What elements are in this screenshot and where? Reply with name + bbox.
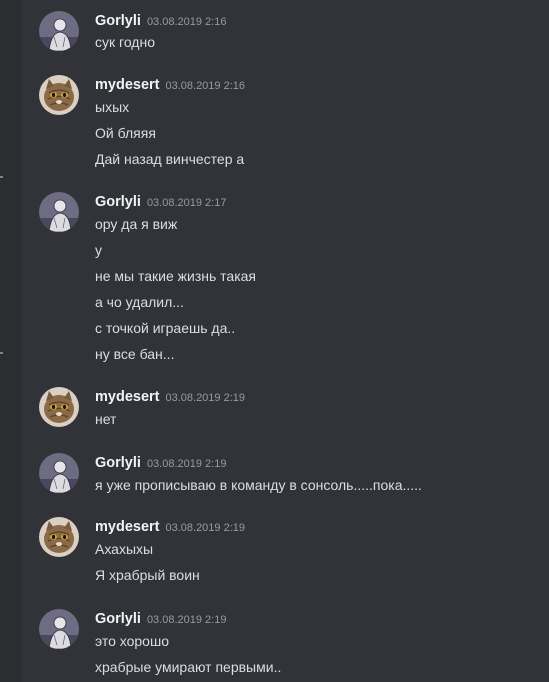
message-text: Ой бляяя: [95, 125, 156, 141]
message-text: Дай назад винчестер а: [95, 151, 245, 167]
timestamp[interactable]: 03.08.2019 2:16: [165, 80, 245, 92]
timestamp[interactable]: 03.08.2019 2:16: [147, 16, 227, 28]
username[interactable]: mydesert: [95, 519, 159, 535]
username[interactable]: Gorlyli: [95, 455, 141, 471]
timestamp[interactable]: 03.08.2019 2:19: [147, 614, 227, 626]
message-text: ору да я виж: [95, 216, 178, 232]
message-header: Gorlyli 03.08.2019 2:19: [95, 609, 226, 629]
message-text: ыхых: [95, 99, 130, 115]
timestamp[interactable]: 03.08.2019 2:19: [147, 458, 227, 470]
message-text: ну все бан...: [95, 346, 175, 362]
message-text: сук годно: [95, 34, 155, 50]
timestamp[interactable]: 03.08.2019 2:17: [147, 197, 227, 209]
timestamp[interactable]: 03.08.2019 2:19: [165, 522, 245, 534]
scroll-marker: [0, 176, 3, 178]
username[interactable]: mydesert: [95, 77, 159, 93]
message-text: с точкой играешь да..: [95, 320, 236, 336]
message-text: храбрые умирают первыми..: [95, 659, 282, 675]
message-text: это хорошо: [95, 633, 169, 649]
sketch-figure-avatar-icon[interactable]: [39, 453, 79, 493]
message-header: Gorlyli 03.08.2019 2:16: [95, 11, 226, 31]
message-text: у: [95, 242, 102, 258]
message-text: я уже прописываю в команду в сонсоль....…: [95, 477, 422, 493]
username[interactable]: Gorlyli: [95, 13, 141, 29]
message-header: Gorlyli 03.08.2019 2:17: [95, 192, 226, 212]
username[interactable]: Gorlyli: [95, 194, 141, 210]
message-text: Я храбрый воин: [95, 567, 200, 583]
username[interactable]: mydesert: [95, 389, 159, 405]
timestamp[interactable]: 03.08.2019 2:19: [165, 392, 245, 404]
message-text: не мы такие жизнь такая: [95, 268, 257, 284]
scroll-marker: [0, 352, 3, 354]
message-text: нет: [95, 411, 117, 427]
message-header: mydesert 03.08.2019 2:19: [95, 517, 245, 537]
message-header: mydesert 03.08.2019 2:19: [95, 387, 245, 407]
cat-avatar-icon[interactable]: [39, 75, 79, 115]
left-sidebar-edge: [0, 0, 22, 682]
sketch-figure-avatar-icon[interactable]: [39, 609, 79, 649]
cat-avatar-icon[interactable]: [39, 387, 79, 427]
sketch-figure-avatar-icon[interactable]: [39, 192, 79, 232]
message-header: mydesert 03.08.2019 2:16: [95, 75, 245, 95]
sketch-figure-avatar-icon[interactable]: [39, 11, 79, 51]
message-text: Ахахыхы: [95, 541, 154, 557]
message-header: Gorlyli 03.08.2019 2:19: [95, 453, 226, 473]
username[interactable]: Gorlyli: [95, 611, 141, 627]
chat-message-list[interactable]: Gorlyli 03.08.2019 2:16 сук годно mydeser…: [22, 0, 549, 682]
message-text: а чо удалил...: [95, 294, 184, 310]
cat-avatar-icon[interactable]: [39, 517, 79, 557]
